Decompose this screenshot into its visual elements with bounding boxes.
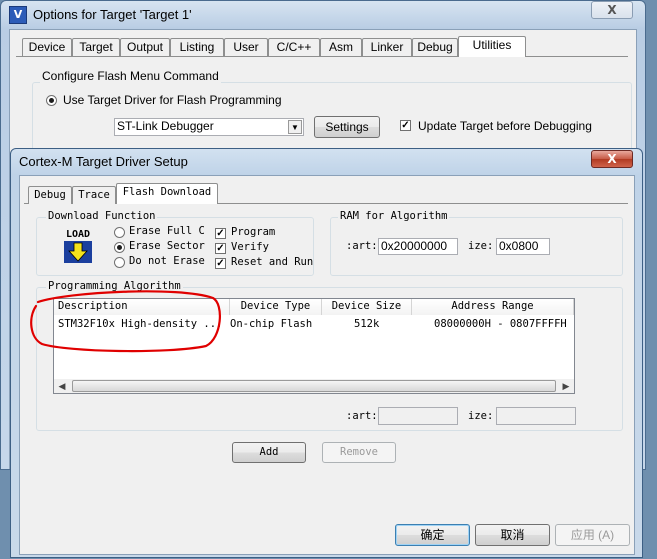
red-annotation-circle — [30, 290, 221, 353]
scrollbar-thumb[interactable] — [72, 380, 556, 392]
settings-button[interactable]: Settings — [314, 116, 380, 138]
algo-size-label: ize: — [468, 410, 494, 422]
use-target-driver-radio[interactable] — [46, 95, 57, 106]
chevron-down-icon[interactable]: ▼ — [288, 120, 302, 134]
row-address-range: 08000000H - 0807FFFFH — [434, 318, 567, 330]
col-address-range[interactable]: Address Range — [412, 299, 574, 315]
tab-linker[interactable]: Linker — [362, 38, 412, 56]
driver-select-value: ST-Link Debugger — [117, 119, 214, 133]
reset-and-run-checkbox[interactable]: ✓ — [215, 258, 226, 269]
driver-setup-close-button[interactable]: X — [591, 150, 633, 168]
erase-sector-radio[interactable] — [114, 242, 125, 253]
remove-button[interactable]: Remove — [322, 442, 396, 463]
tab-c-cpp[interactable]: C/C++ — [268, 38, 320, 56]
load-icon-text: LOAD — [65, 229, 91, 240]
scroll-left-icon[interactable]: ◀ — [54, 379, 70, 393]
tab-setup-trace[interactable]: Trace — [72, 186, 116, 204]
col-device-type[interactable]: Device Type — [230, 299, 322, 315]
update-target-checkbox[interactable]: ✓ — [400, 120, 411, 131]
row-device-size: 512k — [354, 318, 380, 330]
algo-start-input[interactable] — [378, 407, 458, 425]
tab-listing[interactable]: Listing — [170, 38, 224, 56]
update-target-label: Update Target before Debugging — [418, 119, 592, 133]
flash-menu-group-label: Configure Flash Menu Command — [40, 69, 221, 83]
ram-size-label: ize: — [468, 240, 494, 252]
horizontal-scrollbar[interactable]: ◀ ▶ — [54, 379, 574, 393]
program-label: Program — [231, 226, 276, 238]
erase-full-chip-label: Erase Full C — [129, 225, 205, 237]
download-arrow-icon — [64, 241, 92, 263]
driver-setup-body: Debug Trace Flash Download Download Func… — [19, 175, 635, 555]
driver-select[interactable]: ST-Link Debugger ▼ — [114, 118, 304, 136]
ram-for-algorithm-label: RAM for Algorithm — [338, 210, 450, 222]
erase-full-chip-radio[interactable] — [114, 227, 125, 238]
tab-device[interactable]: Device — [22, 38, 72, 56]
add-button[interactable]: Add — [232, 442, 306, 463]
do-not-erase-radio[interactable] — [114, 257, 125, 268]
keil-app-icon: V — [9, 6, 27, 24]
use-target-driver-label: Use Target Driver for Flash Programming — [63, 93, 282, 107]
do-not-erase-label: Do not Erase — [129, 255, 205, 267]
col-device-size[interactable]: Device Size — [322, 299, 412, 315]
tab-debug[interactable]: Debug — [412, 38, 458, 56]
tab-setup-debug[interactable]: Debug — [28, 186, 72, 204]
tab-target[interactable]: Target — [72, 38, 120, 56]
tab-utilities[interactable]: Utilities — [458, 36, 526, 57]
ram-start-label: :art: — [346, 240, 378, 252]
ram-size-input[interactable]: 0x0800 — [496, 238, 550, 255]
load-icon: LOAD — [62, 229, 94, 263]
verify-label: Verify — [231, 241, 269, 253]
verify-checkbox[interactable]: ✓ — [215, 243, 226, 254]
erase-sector-label: Erase Sector — [129, 240, 205, 252]
tab-setup-flash-download[interactable]: Flash Download — [116, 183, 218, 204]
tab-user[interactable]: User — [224, 38, 268, 56]
tab-output[interactable]: Output — [120, 38, 170, 56]
options-window-title: Options for Target 'Target 1' — [33, 7, 192, 22]
tab-strip-line — [16, 56, 628, 57]
options-close-button[interactable]: X — [591, 1, 633, 19]
program-checkbox[interactable]: ✓ — [215, 228, 226, 239]
ok-button[interactable]: 确定 — [395, 524, 470, 546]
algo-start-label: :art: — [346, 410, 378, 422]
row-device-type: On-chip Flash — [230, 318, 313, 330]
driver-setup-title: Cortex-M Target Driver Setup — [19, 154, 188, 169]
apply-button[interactable]: 应用 (A) — [555, 524, 630, 546]
download-function-label: Download Function — [46, 210, 158, 222]
reset-and-run-label: Reset and Run — [231, 256, 314, 268]
cancel-button[interactable]: 取消 — [475, 524, 550, 546]
scroll-right-icon[interactable]: ▶ — [558, 379, 574, 393]
ram-start-input[interactable]: 0x20000000 — [378, 238, 458, 255]
tab-asm[interactable]: Asm — [320, 38, 362, 56]
algo-size-input[interactable] — [496, 407, 576, 425]
